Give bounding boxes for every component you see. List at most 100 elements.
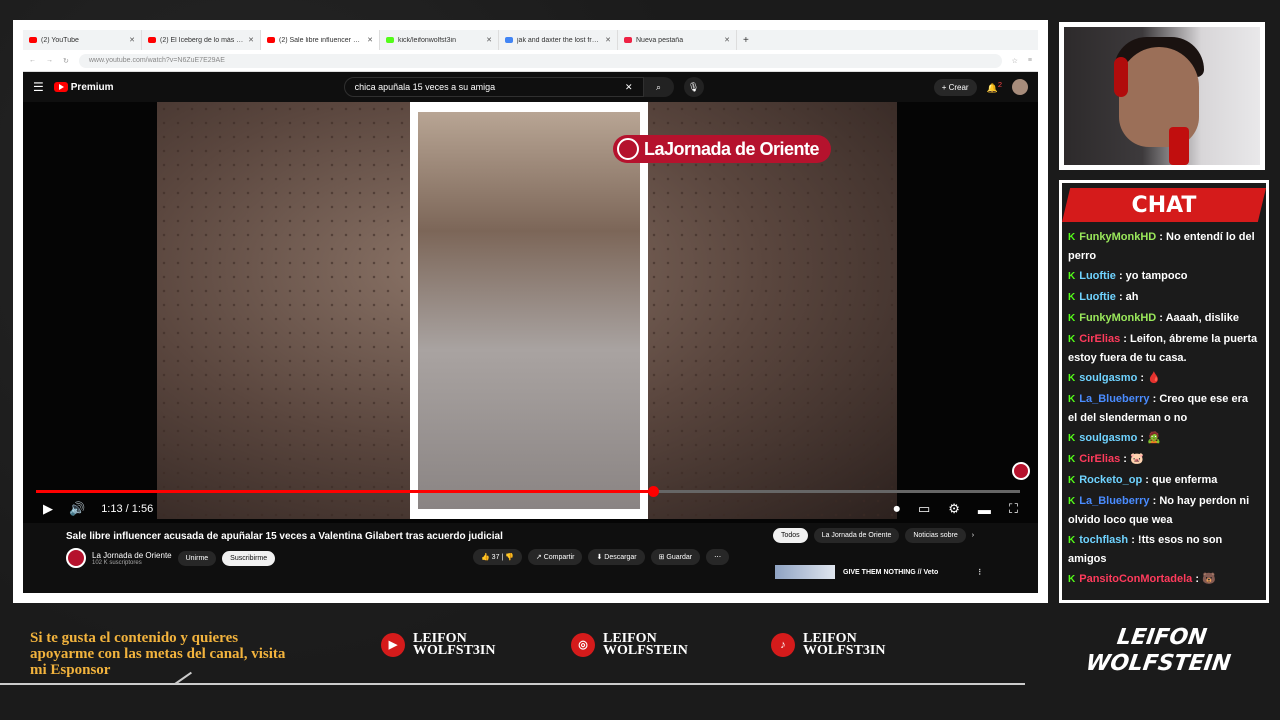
instagram-icon: ◎ bbox=[571, 633, 595, 657]
search-input[interactable]: chica apuñala 15 veces a su amiga ✕ bbox=[343, 77, 644, 97]
download-button[interactable]: ⬇ Descargar bbox=[588, 549, 645, 565]
fullscreen-icon[interactable]: ⛶ bbox=[1009, 501, 1018, 517]
channel-watermark-icon[interactable] bbox=[1012, 462, 1030, 480]
account-avatar[interactable] bbox=[1012, 79, 1028, 95]
settings-gear-icon[interactable]: ⚙ bbox=[948, 501, 960, 517]
reload-icon[interactable]: ↻ bbox=[63, 57, 69, 65]
more-actions-button[interactable]: ⋯ bbox=[706, 549, 730, 565]
la-jornada-logo-icon bbox=[617, 138, 639, 160]
chat-message: K PansitoConMortadela : 🐻 bbox=[1068, 570, 1260, 589]
microphone-icon: 🎙 bbox=[687, 81, 700, 92]
chat-username[interactable]: CirElias bbox=[1079, 453, 1120, 465]
video-player[interactable]: LaJornada de Oriente ▶ 🔊 1:13 / 1:56 ⏺ ▭… bbox=[23, 102, 1038, 523]
tab-current-video[interactable]: (2) Sale libre influencer acusad✕ bbox=[261, 30, 380, 50]
chat-text: : 🐷 bbox=[1120, 453, 1144, 465]
chat-message: K Luoftie : yo tampoco bbox=[1068, 267, 1260, 286]
chat-message: K Rocketo_op : que enferma bbox=[1068, 471, 1260, 490]
channel-name[interactable]: La Jornada de Oriente bbox=[92, 551, 172, 560]
close-tab-icon[interactable]: ✕ bbox=[605, 36, 611, 44]
suggested-title[interactable]: GIVE THEM NOTHING // Veto bbox=[843, 569, 938, 576]
youtube-favicon-icon bbox=[29, 37, 37, 43]
chip-news[interactable]: Noticias sobre bbox=[905, 528, 966, 543]
microphone-icon bbox=[1169, 127, 1189, 165]
chat-username[interactable]: soulgasmo bbox=[1079, 432, 1137, 444]
webcam-feed bbox=[1064, 27, 1260, 165]
chat-username[interactable]: tochflash bbox=[1079, 534, 1128, 546]
action-bar: 👍 37 | 👎 ↗ Compartir ⬇ Descargar ⊞ Guard… bbox=[473, 549, 730, 565]
youtube-play-logo-icon bbox=[53, 82, 68, 92]
close-tab-icon[interactable]: ✕ bbox=[367, 36, 373, 44]
channel-avatar[interactable] bbox=[66, 548, 86, 568]
video-vertical-clip bbox=[410, 102, 648, 519]
chat-username[interactable]: Rocketo_op bbox=[1079, 474, 1142, 486]
join-button[interactable]: Unirme bbox=[177, 550, 217, 566]
like-button[interactable]: 👍 37 | 👎 bbox=[473, 549, 522, 565]
chat-username[interactable]: Luoftie bbox=[1079, 291, 1116, 303]
streamer-signature-logo: LEIFON WOLFSTEIN bbox=[1081, 625, 1238, 677]
chat-text: : 🧟 bbox=[1137, 432, 1161, 444]
subscribe-button[interactable]: Suscribirme bbox=[222, 550, 276, 566]
tab-jak-daxter[interactable]: jak and daxter the lost frontier -✕ bbox=[499, 30, 618, 50]
close-tab-icon[interactable]: ✕ bbox=[129, 36, 135, 44]
save-button[interactable]: ⊞ Guardar bbox=[650, 549, 701, 565]
tab-kick[interactable]: kick/leifonwolfst3in ✕ bbox=[380, 30, 499, 50]
chat-message: K FunkyMonkHD : Aaaah, dislike bbox=[1068, 309, 1260, 328]
voice-search-button[interactable]: 🎙 bbox=[683, 77, 704, 97]
chat-text: : Aaaah, dislike bbox=[1156, 312, 1239, 324]
chat-message: K CirElias : 🐷 bbox=[1068, 450, 1260, 469]
thumbs-down-icon[interactable]: 👎 bbox=[505, 554, 514, 561]
close-tab-icon[interactable]: ✕ bbox=[248, 36, 254, 44]
chat-username[interactable]: Luoftie bbox=[1079, 270, 1116, 282]
kick-badge-icon: K bbox=[1068, 373, 1076, 384]
create-button[interactable]: + Crear bbox=[933, 78, 977, 96]
close-tab-icon[interactable]: ✕ bbox=[486, 36, 492, 44]
clear-search-icon[interactable]: ✕ bbox=[625, 82, 633, 93]
channel-row: La Jornada de Oriente 102 K suscriptores… bbox=[66, 548, 276, 568]
social-youtube-line2: WOLFST3IN bbox=[413, 643, 496, 658]
subtitles-icon[interactable]: ▭ bbox=[918, 501, 930, 517]
chat-username[interactable]: La_Blueberry bbox=[1079, 393, 1149, 405]
suggested-thumbnail[interactable] bbox=[775, 565, 835, 579]
tab-new[interactable]: Nueva pestaña ✕ bbox=[618, 30, 737, 50]
chat-username[interactable]: FunkyMonkHD bbox=[1079, 312, 1156, 324]
chat-message: Ksoulgasmo : 🧟 bbox=[1068, 429, 1260, 448]
progress-scrubber[interactable] bbox=[647, 486, 659, 497]
kick-badge-icon: K bbox=[1068, 334, 1076, 345]
autoplay-toggle[interactable]: ⏺ bbox=[893, 501, 900, 517]
url-field[interactable]: www.youtube.com/watch?v=N6ZuE7E29AE bbox=[78, 53, 1002, 68]
new-tab-icon[interactable]: + bbox=[743, 35, 749, 46]
youtube-favicon-icon bbox=[267, 37, 275, 43]
forward-icon[interactable]: → bbox=[46, 57, 53, 64]
chat-username[interactable]: PansitoConMortadela bbox=[1079, 573, 1192, 585]
signature-top: LEIFON bbox=[1115, 625, 1209, 650]
search-button[interactable]: ⌕ bbox=[643, 77, 674, 97]
chip-channel[interactable]: La Jornada de Oriente bbox=[813, 528, 900, 543]
kick-badge-icon: K bbox=[1068, 496, 1076, 507]
chip-all[interactable]: Todos bbox=[773, 528, 808, 543]
back-icon[interactable]: ← bbox=[29, 57, 36, 64]
progress-bar[interactable] bbox=[36, 486, 1020, 497]
chevron-right-icon[interactable]: › bbox=[972, 532, 974, 539]
share-button[interactable]: ↗ Compartir bbox=[527, 549, 583, 565]
theater-mode-icon[interactable]: ▬ bbox=[978, 502, 991, 517]
chat-username[interactable]: soulgasmo bbox=[1079, 372, 1137, 384]
youtube-logo[interactable]: Premium bbox=[53, 82, 114, 93]
chat-username[interactable]: La_Blueberry bbox=[1079, 495, 1149, 507]
kick-badge-icon: K bbox=[1068, 475, 1076, 486]
bookmark-star-icon[interactable]: ☆ bbox=[1012, 57, 1018, 65]
chat-username[interactable]: CirElias bbox=[1079, 333, 1120, 345]
search-icon: ⌕ bbox=[656, 81, 662, 92]
social-youtube: ▶ LEIFON WOLFST3IN bbox=[381, 632, 496, 658]
notifications-bell-icon[interactable]: 🔔2 bbox=[987, 80, 1002, 94]
play-icon[interactable]: ▶ bbox=[43, 501, 53, 517]
chat-username[interactable]: FunkyMonkHD bbox=[1079, 231, 1156, 243]
hamburger-menu-icon[interactable]: ☰ bbox=[33, 80, 44, 94]
tab-iceberg[interactable]: (2) El Iceberg de lo más Perturb✕ bbox=[142, 30, 261, 50]
suggested-video[interactable]: GIVE THEM NOTHING // Veto ⋮ bbox=[775, 565, 983, 579]
close-tab-icon[interactable]: ✕ bbox=[724, 36, 730, 44]
tab-youtube[interactable]: (2) YouTube ✕ bbox=[23, 30, 142, 50]
youtube-favicon-icon bbox=[148, 37, 156, 43]
more-vert-icon[interactable]: ⋮ bbox=[976, 568, 983, 576]
menu-icon[interactable]: ≡ bbox=[1028, 57, 1032, 64]
volume-icon[interactable]: 🔊 bbox=[69, 501, 85, 517]
